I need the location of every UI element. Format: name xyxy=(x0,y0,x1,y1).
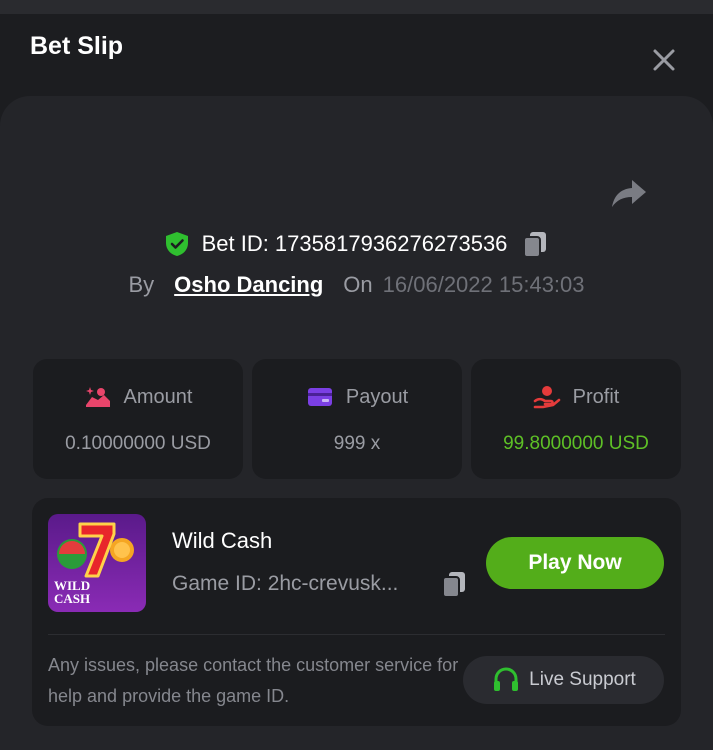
verified-shield-icon xyxy=(165,232,188,256)
profit-stat: Profit 99.8000000 USD xyxy=(471,359,681,479)
game-thumbnail[interactable]: WILD CASH xyxy=(48,514,146,612)
profit-label: Profit xyxy=(572,385,620,408)
on-label: On xyxy=(343,272,373,297)
username-link[interactable]: Osho Dancing xyxy=(174,272,323,298)
game-name: Wild Cash xyxy=(172,528,273,553)
by-label: By xyxy=(128,272,155,297)
amount-stat: Amount 0.10000000 USD xyxy=(33,359,243,479)
live-support-label: Live Support xyxy=(529,669,636,690)
payout-value: 999 x xyxy=(333,433,381,454)
page-title: Bet Slip xyxy=(30,32,124,60)
live-support-button[interactable]: Live Support xyxy=(463,656,664,704)
payout-stat: Payout 999 x xyxy=(252,359,462,479)
thumb-text-cash: CASH xyxy=(54,591,90,606)
bet-id: Bet ID: 1735817936276273536 xyxy=(201,231,508,256)
copy-icon[interactable] xyxy=(521,230,549,258)
bet-datetime: 16/06/2022 15:43:03 xyxy=(382,272,585,297)
game-id: Game ID: 2hc-crevusk... xyxy=(172,572,399,595)
card-icon xyxy=(307,388,332,406)
top-strip xyxy=(0,0,713,14)
coins-hand-icon xyxy=(85,387,110,407)
amount-value: 0.10000000 USD xyxy=(65,433,211,454)
hand-user-icon xyxy=(533,386,560,409)
copy-game-id-icon[interactable] xyxy=(440,570,468,598)
bet-id-row: Bet ID: 1735817936276273536 xyxy=(0,226,713,262)
divider xyxy=(48,634,665,635)
share-icon[interactable] xyxy=(610,176,648,210)
game-card: WILD CASH Wild Cash Game ID: 2hc-crevusk… xyxy=(32,498,681,726)
headset-icon xyxy=(494,667,519,691)
bet-meta-row: By Osho Dancing On 16/06/2022 15:43:03 xyxy=(0,268,713,302)
amount-label: Amount xyxy=(123,385,193,408)
close-icon[interactable] xyxy=(648,44,680,76)
profit-value: 99.8000000 USD xyxy=(503,433,649,454)
play-now-button[interactable]: Play Now xyxy=(486,537,664,589)
payout-label: Payout xyxy=(345,385,409,408)
game-thumbnail-art: WILD CASH xyxy=(48,514,146,612)
help-text: Any issues, please contact the customer … xyxy=(48,655,459,706)
